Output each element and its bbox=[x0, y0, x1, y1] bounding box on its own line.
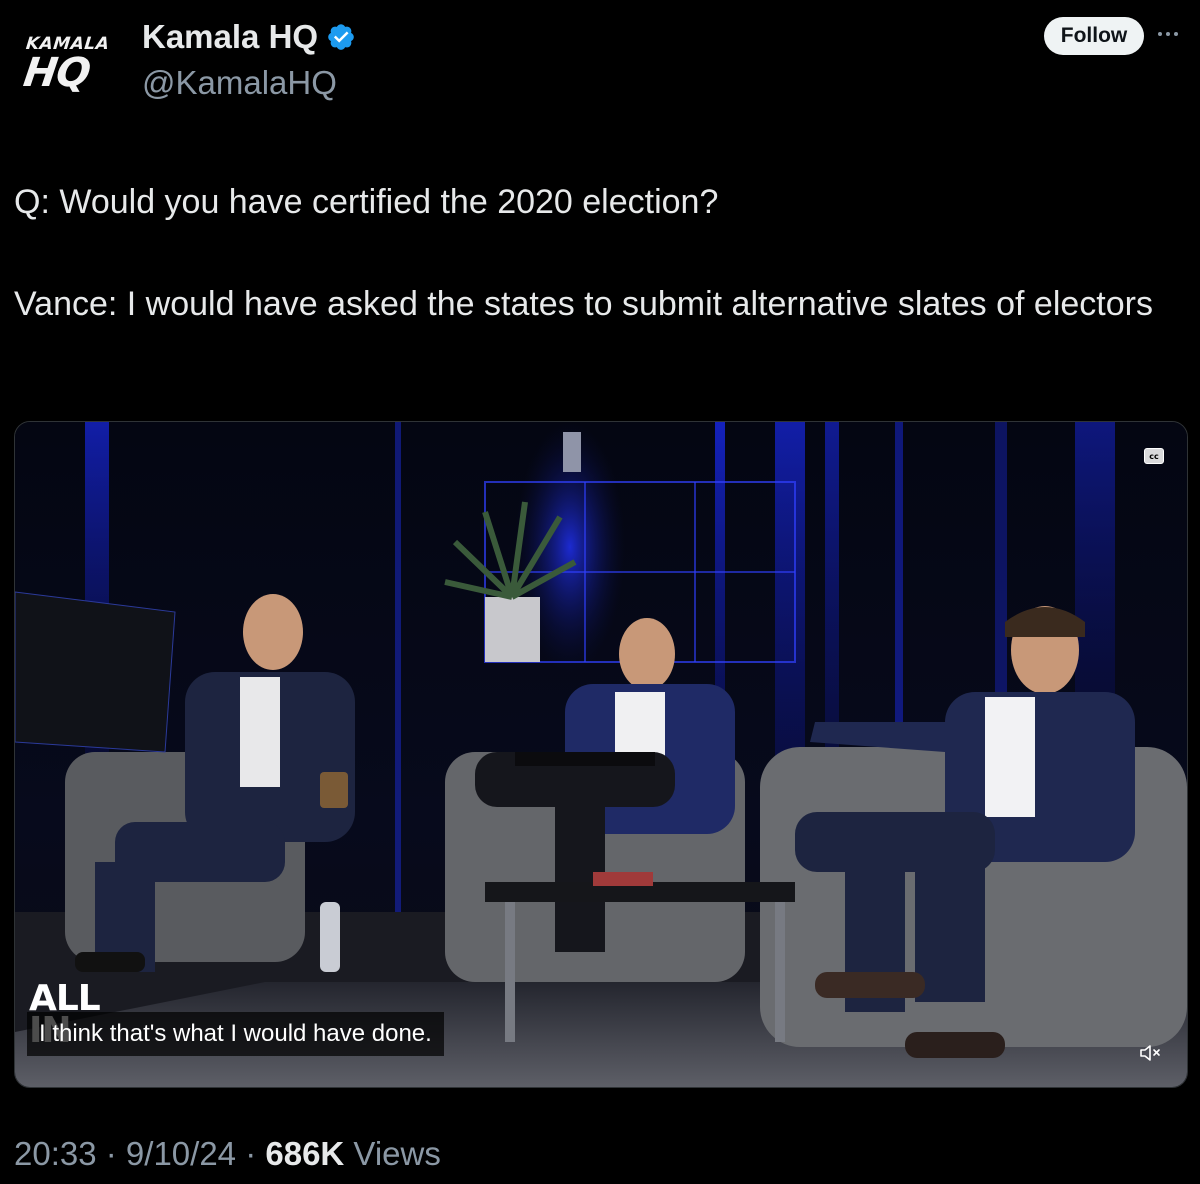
tweet-date[interactable]: 9/10/24 bbox=[126, 1135, 236, 1172]
video-frame bbox=[15, 422, 1187, 1087]
account-handle[interactable]: @KamalaHQ bbox=[142, 64, 337, 102]
meta-separator: · bbox=[96, 1135, 126, 1172]
video-player[interactable]: cc ALL IN I think that's what I would ha… bbox=[14, 421, 1188, 1088]
muted-speaker-icon[interactable] bbox=[1138, 1042, 1162, 1064]
verified-badge-icon bbox=[328, 24, 354, 50]
meta-separator: · bbox=[236, 1135, 266, 1172]
tweet-text: Q: Would you have certified the 2020 ele… bbox=[14, 176, 1184, 330]
tweet-line-answer: Vance: I would have asked the states to … bbox=[14, 285, 1153, 323]
tweet-time[interactable]: 20:33 bbox=[14, 1135, 97, 1172]
avatar-logo-bottom: HQ bbox=[20, 50, 93, 96]
display-name-row[interactable]: Kamala HQ bbox=[142, 18, 356, 56]
views-count[interactable]: 686K bbox=[265, 1135, 344, 1172]
display-name[interactable]: Kamala HQ bbox=[142, 18, 318, 56]
avatar[interactable]: KAMALA HQ bbox=[20, 24, 126, 102]
tweet-line-question: Q: Would you have certified the 2020 ele… bbox=[14, 183, 719, 221]
tweet-metadata: 20:33 · 9/10/24 · 686K Views bbox=[14, 1135, 441, 1173]
views-label: Views bbox=[344, 1135, 441, 1172]
follow-button[interactable]: Follow bbox=[1044, 17, 1144, 55]
closed-captions-icon[interactable]: cc bbox=[1144, 448, 1164, 464]
video-caption: I think that's what I would have done. bbox=[27, 1012, 444, 1056]
more-horizontal-icon[interactable] bbox=[1158, 26, 1186, 42]
